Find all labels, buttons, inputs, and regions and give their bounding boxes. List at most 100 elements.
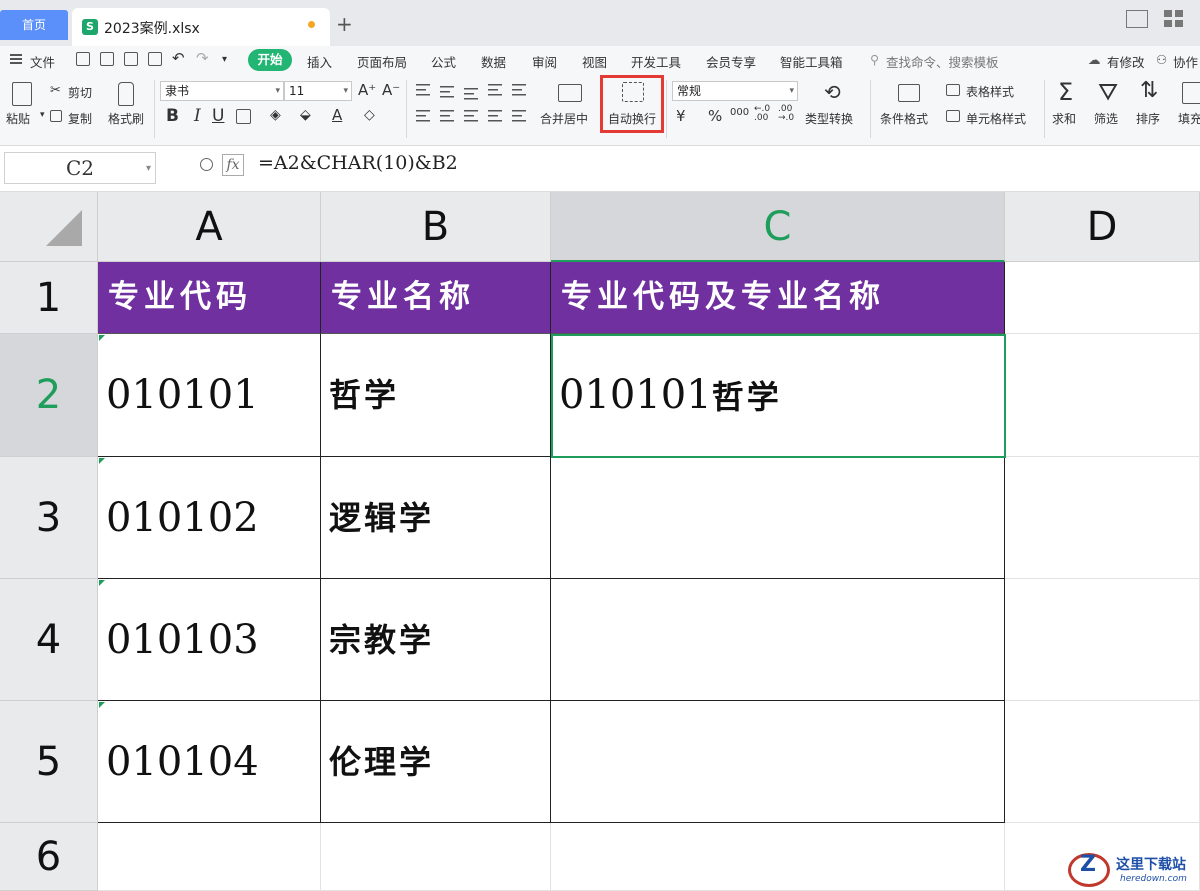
number-as-text-indicator[interactable]	[99, 335, 105, 341]
cell-b4[interactable]: 宗教学	[321, 579, 551, 701]
distributed-icon[interactable]	[512, 110, 526, 122]
cell-a4[interactable]: 010103	[98, 579, 321, 701]
border-icon[interactable]	[236, 109, 251, 124]
paste-icon[interactable]	[12, 82, 32, 106]
cell-b6[interactable]	[321, 823, 551, 891]
cell-a6[interactable]	[98, 823, 321, 891]
conditional-format-button[interactable]: 条件格式	[880, 110, 928, 127]
menu-smart-toolbox[interactable]: 智能工具箱	[780, 52, 843, 71]
cell-style-button[interactable]: 单元格样式	[966, 110, 1026, 127]
currency-button[interactable]: ¥	[676, 107, 686, 125]
type-convert-button[interactable]: 类型转换	[805, 110, 853, 127]
zoom-icon[interactable]	[200, 158, 213, 171]
export-pdf-icon[interactable]	[100, 52, 114, 66]
undo-icon[interactable]: ↶	[172, 49, 185, 67]
align-center-icon[interactable]	[440, 110, 454, 122]
menu-page-layout[interactable]: 页面布局	[357, 52, 407, 71]
indent-decrease-icon[interactable]	[488, 84, 502, 96]
cell-d4[interactable]	[1005, 579, 1200, 701]
merge-center-button[interactable]: 合并居中	[540, 110, 588, 127]
indent-increase-icon[interactable]	[512, 84, 526, 96]
justify-icon[interactable]	[488, 110, 502, 122]
menu-data[interactable]: 数据	[481, 52, 506, 71]
cell-a2[interactable]: 010101	[98, 334, 321, 457]
format-painter-button[interactable]: 格式刷	[108, 110, 144, 127]
decrease-decimal-button[interactable]: .00 →.0	[778, 105, 798, 123]
collaborate-button[interactable]: 协作	[1173, 52, 1198, 71]
number-as-text-indicator[interactable]	[99, 458, 105, 464]
cell-a3[interactable]: 010102	[98, 457, 321, 579]
underline-button[interactable]: U	[212, 106, 224, 126]
increase-decimal-button[interactable]: ←.0 .00	[754, 105, 774, 123]
menu-view[interactable]: 视图	[582, 52, 607, 71]
tab-workbook[interactable]: S 2023案例.xlsx	[72, 8, 330, 46]
table-style-button[interactable]: 表格样式	[966, 83, 1014, 100]
bold-button[interactable]: B	[166, 106, 179, 126]
paste-button[interactable]: 粘贴	[6, 110, 30, 127]
column-header-b[interactable]: B	[321, 192, 551, 262]
number-format-select[interactable]: 常规	[672, 81, 798, 101]
align-top-icon[interactable]	[416, 84, 430, 96]
function-icon[interactable]: fx	[222, 154, 244, 176]
paste-dropdown-icon[interactable]: ▾	[40, 110, 45, 120]
cell-d3[interactable]	[1005, 457, 1200, 579]
preview-icon[interactable]	[148, 52, 162, 66]
cell-b2[interactable]: 哲学	[321, 334, 551, 457]
tab-home[interactable]: 首页	[0, 10, 68, 40]
font-shrink-button[interactable]: A⁻	[382, 81, 400, 99]
menu-file[interactable]: 文件	[30, 52, 55, 71]
save-icon[interactable]	[76, 52, 90, 66]
layout-icon[interactable]	[1126, 10, 1148, 28]
fill-color-icon[interactable]: ◈	[270, 107, 281, 123]
align-middle-icon[interactable]	[440, 86, 454, 98]
cell-d1[interactable]	[1005, 262, 1200, 334]
select-all-corner[interactable]	[0, 192, 98, 262]
cell-c3[interactable]	[551, 457, 1005, 579]
row-header-2[interactable]: 2	[0, 334, 98, 457]
menu-start[interactable]: 开始	[248, 49, 292, 71]
row-header-5[interactable]: 5	[0, 701, 98, 823]
cell-c4[interactable]	[551, 579, 1005, 701]
percent-button[interactable]: %	[708, 107, 722, 125]
thousands-button[interactable]: 000	[730, 107, 749, 118]
quick-access-dropdown-icon[interactable]: ▾	[222, 54, 227, 65]
highlight-icon[interactable]: ⬙	[300, 107, 311, 123]
menu-review[interactable]: 审阅	[532, 52, 557, 71]
column-header-a[interactable]: A	[98, 192, 321, 262]
number-as-text-indicator[interactable]	[99, 580, 105, 586]
cut-button[interactable]: 剪切	[68, 84, 92, 101]
menu-formulas[interactable]: 公式	[431, 52, 456, 71]
number-as-text-indicator[interactable]	[99, 702, 105, 708]
search-icon[interactable]: ⚲	[870, 52, 879, 67]
align-bottom-icon[interactable]	[464, 88, 478, 100]
cell-a1[interactable]: 专业代码	[98, 262, 321, 334]
new-tab-button[interactable]: +	[336, 12, 353, 36]
name-box[interactable]: C2	[4, 152, 156, 184]
sum-button[interactable]: 求和	[1052, 110, 1076, 127]
cell-b1[interactable]: 专业名称	[321, 262, 551, 334]
print-icon[interactable]	[124, 52, 138, 66]
formula-input[interactable]: =A2&CHAR(10)&B2	[258, 152, 458, 174]
align-left-icon[interactable]	[416, 110, 430, 122]
font-color-icon[interactable]: A	[332, 106, 342, 124]
cell-c1[interactable]: 专业代码及专业名称	[551, 262, 1005, 334]
italic-button[interactable]: I	[194, 106, 201, 126]
menu-icon[interactable]	[10, 54, 22, 64]
menu-insert[interactable]: 插入	[307, 52, 332, 71]
cell-c5[interactable]	[551, 701, 1005, 823]
sort-button[interactable]: 排序	[1136, 110, 1160, 127]
menu-developer[interactable]: 开发工具	[631, 52, 681, 71]
column-header-c[interactable]: C	[551, 192, 1005, 262]
copy-button[interactable]: 复制	[68, 110, 92, 127]
row-header-1[interactable]: 1	[0, 262, 98, 334]
cell-c6[interactable]	[551, 823, 1005, 891]
command-search[interactable]: 查找命令、搜索模板	[886, 52, 999, 71]
column-header-d[interactable]: D	[1005, 192, 1200, 262]
cell-a5[interactable]: 010104	[98, 701, 321, 823]
redo-icon[interactable]: ↷	[196, 49, 209, 67]
cell-d2[interactable]	[1005, 334, 1200, 457]
cell-b3[interactable]: 逻辑学	[321, 457, 551, 579]
apps-grid-icon[interactable]	[1164, 10, 1186, 28]
clear-format-icon[interactable]: ◇	[364, 107, 375, 123]
menu-member[interactable]: 会员专享	[706, 52, 756, 71]
